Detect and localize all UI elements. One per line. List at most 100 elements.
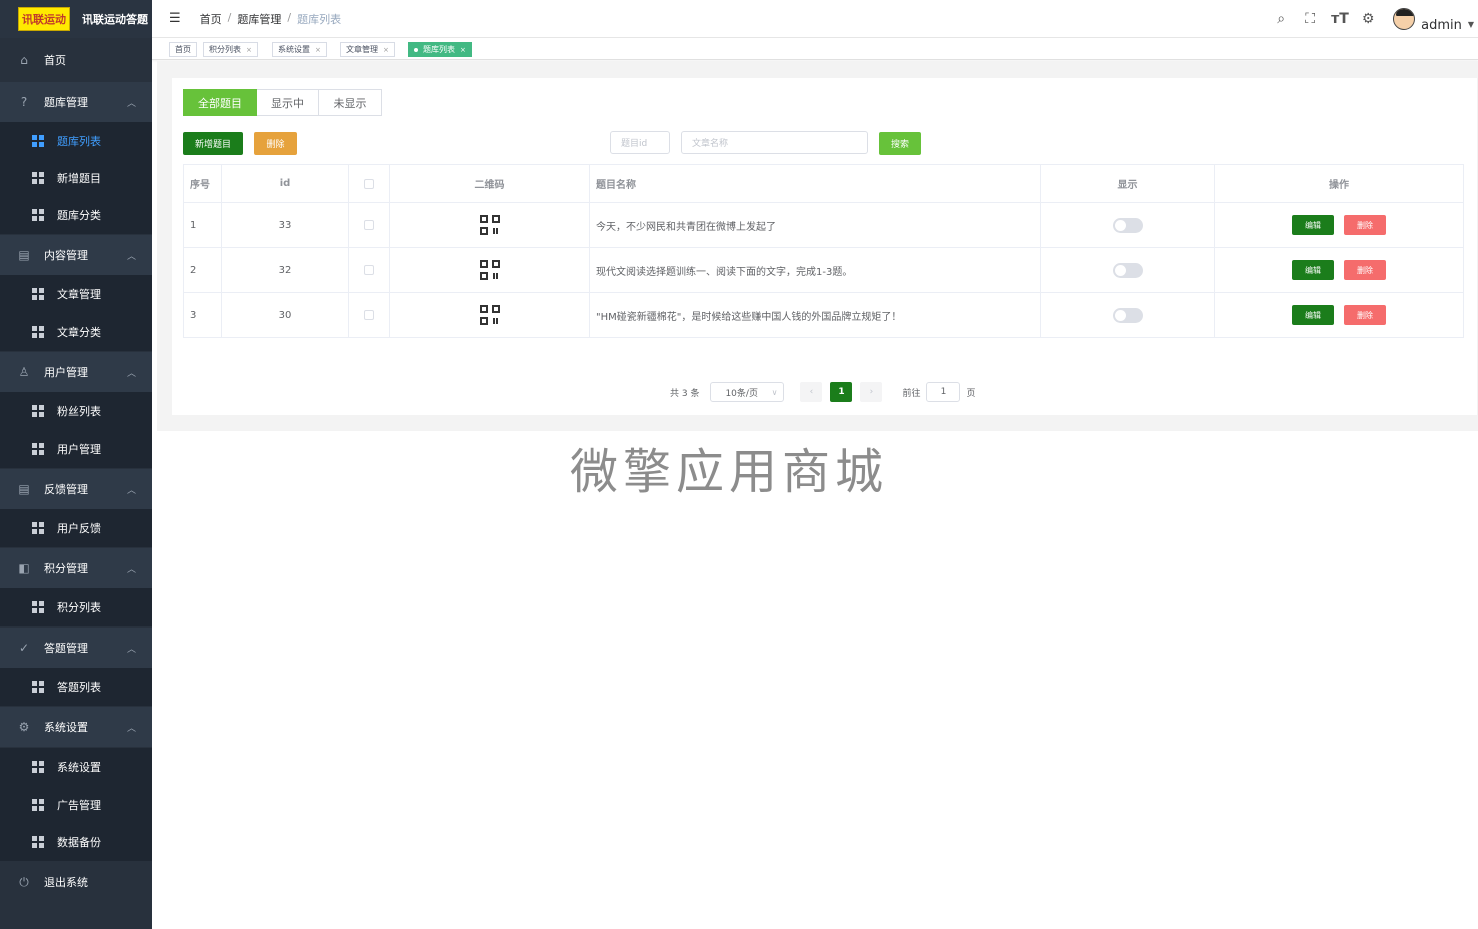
sidebar-item-ads[interactable]: 广告管理 [0, 786, 152, 824]
breadcrumb-item[interactable]: 首页 [200, 11, 222, 27]
qrcode-cell [390, 293, 590, 337]
grid-icon [32, 209, 44, 221]
tab-shown[interactable]: 显示中 [257, 89, 319, 116]
row-checkbox[interactable] [364, 310, 374, 320]
grid-icon [32, 443, 44, 455]
display-toggle[interactable] [1112, 262, 1143, 278]
tab-hidden[interactable]: 未显示 [319, 89, 382, 116]
sidebar-item-points-list[interactable]: 积分列表 [0, 588, 152, 626]
breadcrumb-item[interactable]: 题库管理 [237, 11, 281, 27]
fullscreen-icon[interactable]: ⛶ [1302, 11, 1318, 27]
question-id-input[interactable]: 题目id [610, 131, 670, 154]
row-delete-button[interactable]: 删除 [1344, 215, 1386, 235]
grid-icon [32, 405, 44, 417]
close-icon[interactable]: × [383, 46, 389, 54]
sidebar-item-backup[interactable]: 数据备份 [0, 823, 152, 861]
chevron-up-icon: ︿ [126, 98, 136, 109]
sidebar-item-user-management[interactable]: 用户管理 [0, 430, 152, 468]
table-row: 2 32 现代文阅读选择题训练一、阅读下面的文字，完成1-3题。 编辑 删除 [184, 248, 1464, 293]
sidebar-item-articles[interactable]: 文章管理 [0, 275, 152, 313]
actions-cell: 编辑 删除 [1215, 293, 1464, 337]
sidebar-group-users[interactable]: ♙ 用户管理 ︿ [0, 352, 152, 392]
watermark-text: 微擎应用商城 [570, 444, 889, 500]
article-name-input[interactable]: 文章名称 [681, 131, 868, 154]
tag-system-settings[interactable]: 系统设置 × [272, 42, 327, 57]
gear-icon[interactable]: ⚙ [1360, 11, 1376, 27]
next-page-button[interactable]: › [860, 382, 883, 402]
row-checkbox[interactable] [364, 220, 374, 230]
checkbox[interactable] [364, 178, 374, 189]
search-button[interactable]: 搜索 [879, 132, 921, 155]
sidebar-item-answer-list[interactable]: 答题列表 [0, 668, 152, 706]
grid-icon [32, 522, 44, 534]
sidebar-item-question-category[interactable]: 题库分类 [0, 196, 152, 234]
sidebar-item-label: 积分列表 [57, 601, 101, 614]
row-id: 30 [222, 293, 349, 337]
chevron-up-icon: ︿ [126, 564, 136, 575]
sidebar-item-system-settings[interactable]: 系统设置 [0, 748, 152, 786]
add-question-button[interactable]: 新增题目 [183, 132, 243, 155]
hamburger-icon[interactable]: ☰ [169, 11, 181, 26]
row-id: 32 [222, 248, 349, 292]
page-number-current[interactable]: 1 [830, 382, 853, 402]
prev-page-button[interactable]: ‹ [800, 382, 823, 402]
display-toggle[interactable] [1112, 307, 1143, 323]
sidebar-item-home[interactable]: ⌂ 首页 [0, 40, 152, 80]
tag-home[interactable]: 首页 [169, 42, 197, 57]
goto-page-input[interactable]: 1 [926, 382, 961, 402]
tag-question-list[interactable]: 题库列表 × [408, 42, 472, 57]
chevron-up-icon: ︿ [126, 251, 136, 262]
tag-points-list[interactable]: 积分列表 × [203, 42, 258, 57]
sidebar-group-question-bank[interactable]: ? 题库管理 ︿ [0, 82, 152, 122]
qrcode-cell [390, 248, 590, 292]
row-checkbox[interactable] [364, 265, 374, 275]
sidebar-item-label: 内容管理 [44, 249, 88, 262]
close-icon[interactable]: × [246, 46, 252, 54]
avatar[interactable] [1393, 8, 1416, 30]
row-delete-button[interactable]: 删除 [1344, 305, 1386, 325]
qrcode-icon[interactable] [479, 305, 500, 325]
row-index: 1 [184, 203, 222, 247]
table-header: 序号 id 二维码 题目名称 显示 操作 [184, 165, 1464, 203]
sidebar-item-user-feedback[interactable]: 用户反馈 [0, 509, 152, 547]
select-all-checkbox[interactable] [349, 165, 390, 202]
grid-icon [32, 836, 44, 848]
search-icon[interactable]: ⌕ [1273, 11, 1289, 27]
sidebar-group-content[interactable]: ▤ 内容管理 ︿ [0, 235, 152, 275]
sidebar-group-answers[interactable]: ✓ 答题管理 ︿ [0, 628, 152, 668]
app-title: 讯联运动答题 [82, 13, 148, 26]
page-size-value: 10条/页 [725, 388, 758, 399]
username[interactable]: admin [1421, 18, 1462, 33]
close-icon[interactable]: × [315, 46, 321, 54]
edit-button[interactable]: 编辑 [1292, 305, 1334, 325]
delete-button[interactable]: 删除 [254, 132, 297, 155]
sidebar-item-label: 用户管理 [44, 366, 88, 379]
close-icon[interactable]: × [460, 46, 466, 54]
sidebar-item-label: 文章分类 [57, 326, 101, 339]
sidebar-group-feedback[interactable]: ▤ 反馈管理 ︿ [0, 469, 152, 509]
tag-articles[interactable]: 文章管理 × [340, 42, 395, 57]
page-size-select[interactable]: 10条/页 ∨ [710, 382, 785, 402]
home-icon: ⌂ [20, 53, 28, 67]
sidebar-item-fans[interactable]: 粉丝列表 [0, 392, 152, 430]
app-logo[interactable]: 讯联运动 讯联运动答题 [0, 0, 152, 38]
display-toggle[interactable] [1112, 217, 1143, 233]
sidebar-item-logout[interactable]: ⏻ 退出系统 [0, 862, 152, 902]
qrcode-icon[interactable] [479, 260, 500, 280]
sidebar-item-add-question[interactable]: 新增题目 [0, 159, 152, 197]
sidebar-group-settings[interactable]: ⚙ 系统设置 ︿ [0, 707, 152, 747]
row-delete-button[interactable]: 删除 [1344, 260, 1386, 280]
actions-cell: 编辑 删除 [1215, 248, 1464, 292]
font-size-icon[interactable]: ᴛT [1331, 11, 1349, 27]
caret-down-icon[interactable]: ▼ [1468, 20, 1474, 29]
edit-button[interactable]: 编辑 [1292, 260, 1334, 280]
row-checkbox-cell [349, 203, 390, 247]
tab-all[interactable]: 全部题目 [183, 89, 257, 116]
sidebar-item-article-category[interactable]: 文章分类 [0, 313, 152, 351]
edit-button[interactable]: 编辑 [1292, 215, 1334, 235]
sidebar-group-points[interactable]: ◧ 积分管理 ︿ [0, 548, 152, 588]
sidebar-item-question-list[interactable]: 题库列表 [0, 122, 152, 160]
question-icon: ? [20, 95, 28, 109]
chevron-down-icon: ∨ [771, 387, 778, 397]
qrcode-icon[interactable] [479, 215, 500, 235]
